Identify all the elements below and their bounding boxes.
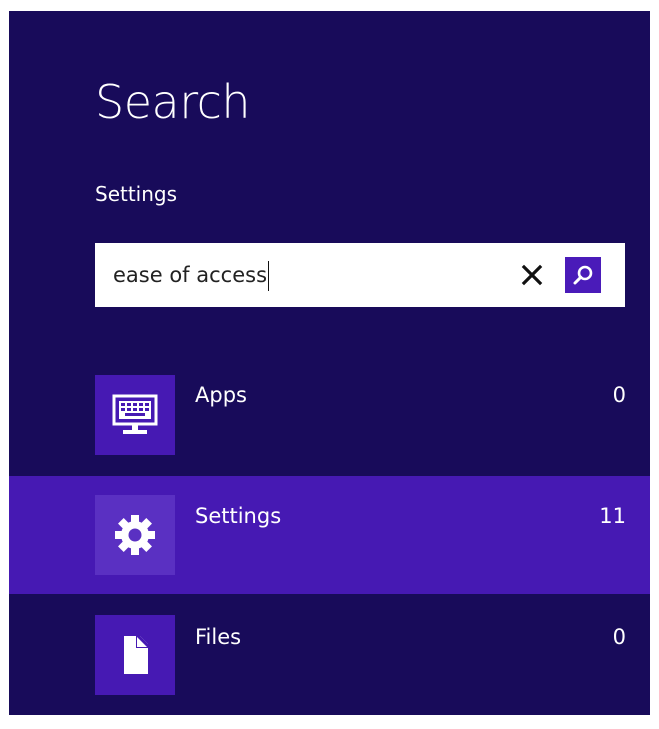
- search-charm-pane: Search Settings ease of access Apps 0 Se…: [9, 11, 650, 715]
- search-input[interactable]: ease of access: [113, 243, 270, 307]
- settings-tile: [95, 495, 175, 575]
- result-row-apps[interactable]: Apps 0: [9, 357, 650, 475]
- magnifier-icon: [573, 265, 593, 285]
- result-row-settings[interactable]: Settings 11: [9, 476, 650, 594]
- search-scope-label[interactable]: Settings: [95, 184, 177, 204]
- text-caret: [268, 261, 270, 291]
- search-query-text: ease of access: [113, 263, 268, 287]
- result-label-files: Files: [195, 625, 242, 649]
- search-submit-button[interactable]: [565, 257, 601, 293]
- result-label-settings: Settings: [195, 504, 282, 528]
- result-count-files: 0: [612, 625, 626, 649]
- result-count-settings: 11: [599, 504, 626, 528]
- result-row-files[interactable]: Files 0: [9, 595, 650, 713]
- files-tile: [95, 615, 175, 695]
- apps-tile: [95, 375, 175, 455]
- close-icon: [521, 264, 543, 286]
- page-title: Search: [95, 75, 251, 129]
- keyboard-monitor-icon: [112, 394, 158, 434]
- result-count-apps: 0: [612, 383, 626, 407]
- search-box[interactable]: ease of access: [95, 243, 625, 307]
- document-icon: [124, 636, 148, 674]
- result-label-apps: Apps: [195, 383, 247, 407]
- clear-search-button[interactable]: [515, 258, 549, 292]
- gear-icon: [115, 515, 155, 555]
